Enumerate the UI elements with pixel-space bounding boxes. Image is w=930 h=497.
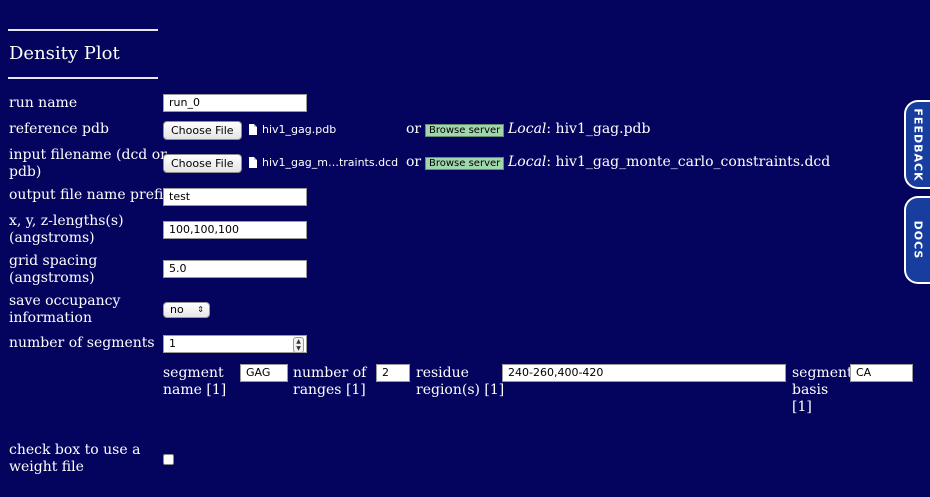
output-prefix-label: output file name prefix bbox=[9, 187, 172, 203]
file-icon bbox=[249, 157, 257, 168]
segment-basis-label: segment basis [1] bbox=[792, 365, 853, 416]
number-of-segments-stepper[interactable]: 1 ▲ ▼ bbox=[163, 335, 307, 353]
xyz-lengths-label: x, y, z-lengths(s) (angstroms) bbox=[9, 213, 124, 247]
xyz-lengths-input[interactable]: 100,100,100 bbox=[163, 221, 307, 239]
xyz-lengths-label-line1: x, y, z-lengths(s) bbox=[9, 213, 124, 229]
reference-pdb-or: or bbox=[406, 121, 422, 137]
stepper-arrows-icon[interactable]: ▲ ▼ bbox=[293, 337, 304, 353]
segment-basis-label-line2: basis bbox=[792, 382, 829, 398]
docs-tab[interactable]: DOCS bbox=[904, 196, 930, 284]
grid-spacing-label-line2: (angstroms) bbox=[9, 270, 95, 286]
segment-name-label: segment name [1] bbox=[163, 365, 226, 399]
updown-arrows-icon: ⇕ bbox=[197, 305, 204, 314]
input-filename-choose-file-button[interactable]: Choose File bbox=[163, 154, 242, 173]
local-label: Local bbox=[508, 154, 547, 170]
save-occupancy-label-line2: information bbox=[9, 310, 92, 326]
number-of-ranges-label-line2: ranges [1] bbox=[293, 382, 366, 398]
run-name-input[interactable]: run_0 bbox=[163, 94, 307, 112]
residue-region-input[interactable]: 240-260,400-420 bbox=[502, 364, 786, 382]
number-of-ranges-label: number of ranges [1] bbox=[293, 365, 366, 399]
feedback-tab[interactable]: FEEDBACK bbox=[904, 100, 930, 189]
local-value: : hiv1_gag.pdb bbox=[546, 121, 651, 137]
title-rule-bottom bbox=[8, 77, 158, 79]
title-rule-top bbox=[8, 29, 158, 31]
number-of-segments-label: number of segments bbox=[9, 335, 155, 351]
save-occupancy-selected: no bbox=[170, 303, 184, 316]
save-occupancy-label: save occupancy information bbox=[9, 293, 120, 327]
feedback-tab-label: FEEDBACK bbox=[911, 107, 925, 182]
reference-pdb-label: reference pdb bbox=[9, 121, 109, 137]
segment-name-input[interactable]: GAG bbox=[240, 364, 288, 382]
input-filename-label-line1: input filename (dcd or bbox=[9, 147, 167, 163]
save-occupancy-select[interactable]: no ⇕ bbox=[163, 302, 210, 318]
input-filename-label: input filename (dcd or pdb) bbox=[9, 147, 167, 181]
grid-spacing-label: grid spacing (angstroms) bbox=[9, 253, 97, 287]
input-filename-or: or bbox=[406, 154, 422, 170]
weight-file-label-line2: weight file bbox=[9, 459, 84, 475]
run-name-label: run name bbox=[9, 95, 78, 111]
weight-file-label: check box to use a weight file bbox=[9, 442, 140, 476]
input-filename-local-path: Local: hiv1_gag_monte_carlo_constraints.… bbox=[508, 154, 830, 170]
local-value: : hiv1_gag_monte_carlo_constraints.dcd bbox=[546, 154, 831, 170]
residue-region-label-line2: region(s) [1] bbox=[416, 382, 505, 398]
output-prefix-input[interactable]: test bbox=[163, 188, 307, 206]
file-icon bbox=[249, 124, 257, 135]
segment-name-label-line1: segment bbox=[163, 365, 224, 381]
page-title: Density Plot bbox=[9, 43, 120, 64]
number-of-ranges-input[interactable]: 2 bbox=[376, 364, 410, 382]
grid-spacing-label-line1: grid spacing bbox=[9, 253, 98, 269]
number-of-ranges-label-line1: number of bbox=[293, 365, 367, 381]
reference-pdb-choose-file-button[interactable]: Choose File bbox=[163, 121, 242, 140]
segment-basis-label-line3: [1] bbox=[792, 399, 812, 415]
reference-pdb-browse-server-button[interactable]: Browse server bbox=[425, 124, 505, 137]
residue-region-label: residue region(s) [1] bbox=[416, 365, 504, 399]
xyz-lengths-label-line2: (angstroms) bbox=[9, 230, 95, 246]
residue-region-label-line1: residue bbox=[416, 365, 469, 381]
input-filename-label-line2: pdb) bbox=[9, 164, 42, 180]
reference-pdb-local-path: Local: hiv1_gag.pdb bbox=[508, 121, 650, 137]
weight-file-checkbox[interactable] bbox=[163, 454, 174, 465]
segment-basis-input[interactable]: CA bbox=[850, 364, 913, 382]
number-of-segments-value: 1 bbox=[169, 337, 176, 350]
weight-file-label-line1: check box to use a bbox=[9, 442, 141, 458]
grid-spacing-input[interactable]: 5.0 bbox=[163, 260, 307, 278]
local-label: Local bbox=[508, 121, 547, 137]
docs-tab-label: DOCS bbox=[911, 220, 925, 260]
save-occupancy-label-line1: save occupancy bbox=[9, 293, 121, 309]
input-filename-browse-server-button[interactable]: Browse server bbox=[425, 157, 505, 170]
reference-pdb-file-name: hiv1_gag.pdb bbox=[262, 123, 337, 136]
segment-basis-label-line1: segment bbox=[792, 365, 853, 381]
input-filename-file-name: hiv1_gag_m…traints.dcd bbox=[262, 156, 399, 169]
segment-name-label-line2: name [1] bbox=[163, 382, 227, 398]
